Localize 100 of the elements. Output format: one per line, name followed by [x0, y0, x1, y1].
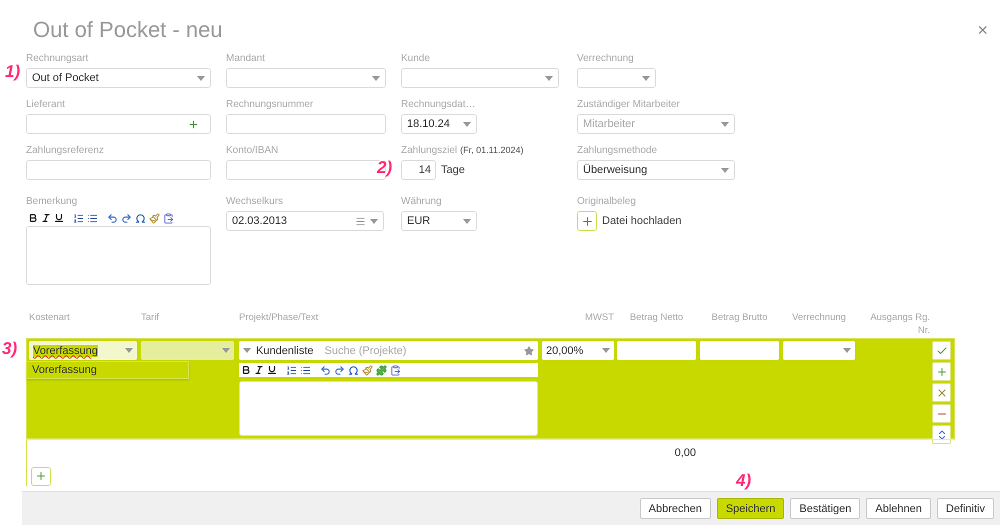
unit-label: Tage: [441, 164, 465, 176]
field-label: Bemerkung: [26, 195, 78, 209]
add-button[interactable]: [932, 362, 951, 381]
list-icon[interactable]: [355, 216, 366, 226]
puzzle-icon[interactable]: [376, 364, 387, 376]
gross-amount-field[interactable]: [700, 341, 779, 360]
remove-button[interactable]: [932, 404, 951, 423]
reorder-button[interactable]: [932, 425, 951, 444]
column-header: Betrag Brutto: [710, 311, 768, 325]
invoice-type-select[interactable]: Out of Pocket: [26, 68, 211, 88]
field-label: Rechnungsart: [26, 52, 90, 66]
omega-icon[interactable]: [348, 364, 359, 376]
underline-icon[interactable]: [54, 213, 64, 223]
field-label: Kunde: [401, 52, 431, 66]
field-label: Originalbeleg: [577, 195, 637, 209]
annotation-marker: 1): [5, 62, 20, 82]
bullet-list-icon[interactable]: [300, 364, 311, 376]
field-label: Mandant: [226, 52, 266, 66]
field-label: Konto/IBAN: [226, 144, 280, 158]
undo-icon[interactable]: [320, 364, 331, 376]
confirm-button[interactable]: [932, 341, 951, 360]
italic-icon[interactable]: [41, 213, 51, 223]
footer-button[interactable]: Speichern: [716, 498, 784, 519]
text-field[interactable]: [239, 381, 538, 436]
plus-icon: [936, 366, 948, 378]
column-header: Verrechnung: [791, 311, 847, 325]
caret-icon: [545, 76, 553, 80]
column-header: MWST: [584, 311, 614, 325]
underline-icon[interactable]: [267, 365, 277, 375]
field-label: Zuständiger Mitarbeiter: [577, 98, 681, 112]
invoice-date-select[interactable]: 18.10.24: [401, 114, 477, 134]
field-label: Zahlungsziel: [401, 144, 458, 158]
caret-icon: [222, 348, 230, 353]
vat-select[interactable]: 20,00%: [542, 341, 614, 360]
numbered-list-icon[interactable]: [73, 212, 84, 224]
caret-icon: [602, 348, 610, 353]
caret-icon: [197, 76, 205, 80]
caret-icon: [463, 218, 471, 224]
project-search-field[interactable]: Kundenliste Suche (Projekte): [239, 341, 538, 360]
check-icon: [936, 344, 948, 356]
star-icon[interactable]: [524, 346, 534, 356]
invoice-number-field[interactable]: [226, 114, 386, 134]
column-header: Projekt/Phase/Text: [239, 311, 320, 325]
dialog-title: Out of Pocket - neu: [33, 17, 223, 43]
field-label: Verrechnung: [577, 52, 635, 66]
column-header: Betrag Netto: [628, 311, 684, 325]
footer-button[interactable]: Bestätigen: [790, 498, 860, 519]
bullet-list-icon[interactable]: [87, 212, 98, 224]
omega-icon[interactable]: [135, 212, 146, 224]
footer-button[interactable]: Definitiv: [936, 498, 994, 519]
upload-label[interactable]: Datei hochladen: [602, 215, 682, 227]
caret-icon: [463, 122, 471, 126]
undo-icon[interactable]: [107, 212, 118, 224]
plus-icon[interactable]: [188, 118, 199, 130]
payment-reference-field[interactable]: [26, 160, 211, 180]
dropdown-option[interactable]: Vorerfassung: [32, 364, 97, 376]
redo-icon[interactable]: [334, 364, 345, 376]
caret-icon: [721, 122, 729, 126]
column-header: Ausgangs Rg. Nr.: [869, 311, 930, 338]
caret-icon: [642, 76, 650, 80]
field-label: Rechnungsdat…: [401, 98, 476, 112]
caret-icon: [243, 348, 251, 353]
cancel-button[interactable]: [932, 383, 951, 402]
annotation-marker: 4): [736, 471, 752, 491]
net-amount-field[interactable]: [617, 341, 696, 360]
field-label: Rechnungsnummer: [226, 98, 314, 112]
brush-icon[interactable]: [362, 364, 373, 376]
caret-icon: [370, 218, 378, 224]
caret-icon: [721, 168, 729, 172]
numbered-list-icon[interactable]: [286, 364, 297, 376]
brush-icon[interactable]: [149, 212, 160, 224]
payment-days-field[interactable]: 14: [401, 160, 436, 180]
field-label: Zahlungsmethode: [577, 144, 658, 158]
column-header: Tarif: [141, 311, 160, 325]
field-label: Lieferant: [26, 98, 66, 112]
bold-icon[interactable]: [28, 213, 38, 223]
caret-icon: [843, 348, 851, 353]
column-header: Kostenart: [29, 311, 71, 325]
supplier-field[interactable]: [26, 114, 211, 134]
close-button[interactable]: ×: [973, 20, 992, 40]
italic-icon[interactable]: [254, 365, 264, 375]
add-row-button[interactable]: [31, 466, 51, 486]
payment-method-select[interactable]: Überweisung: [577, 160, 735, 180]
field-label: Wechselkurs: [226, 195, 284, 209]
field-label: Zahlungsreferenz: [26, 144, 105, 158]
exchange-rate-select[interactable]: 02.03.2013: [226, 211, 384, 231]
due-date-hint: (Fr, 01.11.2024): [460, 145, 524, 155]
redo-icon[interactable]: [121, 212, 132, 224]
caret-icon: [125, 348, 133, 353]
currency-select[interactable]: EUR: [401, 211, 477, 231]
bold-icon[interactable]: [241, 365, 251, 375]
paste-icon[interactable]: [163, 212, 174, 224]
paste-icon[interactable]: [390, 364, 401, 376]
upload-button[interactable]: [577, 211, 597, 231]
field-label: Währung: [401, 195, 443, 209]
close-icon: [936, 386, 948, 398]
footer-button[interactable]: Ablehnen: [866, 498, 931, 519]
remark-field[interactable]: [26, 226, 211, 285]
footer-button[interactable]: Abbrechen: [640, 498, 711, 519]
caret-icon: [372, 76, 380, 80]
